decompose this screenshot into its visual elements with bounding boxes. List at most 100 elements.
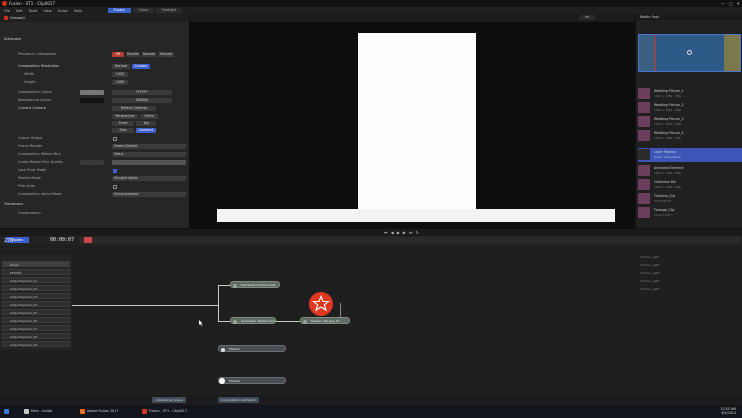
media-item-selected[interactable]: Layer Position Fusion Composition	[638, 148, 742, 162]
layer-item[interactable]: Stage	[2, 261, 70, 267]
bg-colour-swatch[interactable]	[80, 98, 104, 103]
camera1-button[interactable]: Camera1	[136, 128, 156, 133]
close-button[interactable]: ✕	[737, 1, 740, 6]
moblur-quality-field[interactable]	[80, 160, 104, 165]
media-item[interactable]: Collection Blk 1920 × 1080 · PNG	[638, 178, 742, 192]
playhead[interactable]	[84, 237, 92, 243]
taskbar-app-icon[interactable]	[24, 409, 29, 414]
frame-render-select[interactable]: Frame Default	[112, 144, 186, 149]
top-button[interactable]: Top	[136, 121, 156, 126]
media-item[interactable]: Wedding Picture_4 1920 × 1080 · PNG	[638, 129, 742, 143]
compression-select[interactable]: Uncompressed	[112, 192, 186, 197]
tab-fusion[interactable]: Fusion	[107, 8, 131, 13]
loop-icon[interactable]: ↻	[415, 231, 418, 235]
layer-item[interactable]: Video Element_07	[2, 325, 70, 331]
maximize-button[interactable]: ▢	[729, 1, 733, 6]
menu-file[interactable]: File	[4, 9, 10, 13]
system-clock[interactable]: 12:55 AM 9/5/2024	[720, 407, 736, 415]
manual-button[interactable]: Manual	[158, 52, 174, 57]
layer-item[interactable]: Video Element_05	[2, 309, 70, 315]
front-button[interactable]: Front	[112, 121, 134, 126]
height-label: Height	[24, 80, 36, 84]
anchor-item[interactable]: Anchor_List3	[640, 271, 740, 279]
comp-colour-field[interactable]: FFFFFF	[112, 90, 172, 95]
layer-item[interactable]: Video Element_06	[2, 317, 70, 323]
node-animation-text[interactable]: Animation Text02.mp4	[230, 317, 276, 324]
moblur-quality-slider[interactable]	[112, 160, 186, 165]
tab-fairlight[interactable]: Fairlight	[156, 8, 183, 13]
menu-tools[interactable]: Tools	[29, 9, 38, 13]
layer-item[interactable]: Video Element_04	[2, 301, 70, 307]
layer-item[interactable]: Video Element_02	[2, 285, 70, 291]
step-back-icon[interactable]: ◀	[391, 231, 394, 235]
inspector-header: Canvas1	[0, 14, 189, 22]
film-anim-checkbox[interactable]	[113, 185, 117, 189]
off-button[interactable]: Off	[112, 52, 124, 57]
width-input[interactable]: 1920	[112, 72, 128, 77]
pointer-mode-label: Pointer Mode	[18, 176, 41, 180]
resolution-custom-button[interactable]: Custom	[132, 64, 150, 69]
lock-pivot-checkbox[interactable]	[113, 169, 117, 173]
layer-item[interactable]: PEOPLE	[2, 269, 70, 275]
bottom-tab[interactable]: Composition Animation	[218, 397, 259, 403]
motion-blur-select[interactable]: Static	[112, 152, 186, 157]
taskbar-item[interactable]: Fusion - ST1 - Clip0017	[149, 408, 187, 414]
normal-button[interactable]: Normal	[142, 52, 156, 57]
node-canvas[interactable]	[0, 245, 742, 395]
menu-view[interactable]: View	[43, 9, 51, 13]
taskbar-item[interactable]: Adobe Fusion 2017	[87, 408, 118, 414]
anchor-item[interactable]: Anchor_List5	[640, 287, 740, 295]
taskbar-item[interactable]: Main - Inside	[31, 408, 52, 414]
node-media2[interactable]: Media2	[218, 377, 286, 384]
render-button[interactable]: Render	[126, 52, 140, 57]
render-star-icon[interactable]	[307, 290, 335, 318]
go-end-icon[interactable]: ⏭	[409, 231, 413, 235]
taskbar-app-icon[interactable]	[80, 409, 85, 414]
side-button[interactable]: Side	[112, 128, 134, 133]
node-element01[interactable]: Element01 01010.mp4	[230, 281, 280, 288]
media-item[interactable]: Wedding Picture_1 1920 × 1080 · PNG	[638, 87, 742, 101]
viewer-canvas[interactable]	[358, 33, 476, 209]
anchor-item[interactable]: Anchor_List4	[640, 279, 740, 287]
media-item[interactable]: Animated Element 1920 × 1080 · PNG	[638, 164, 742, 178]
resolution-normal-button[interactable]: Normal	[112, 64, 130, 69]
fit-button[interactable]: Fit	[579, 15, 595, 20]
node-merge[interactable]: Merger_Merge1_01	[300, 317, 350, 324]
anchor-item[interactable]: Anchor_List1	[640, 255, 740, 263]
layer-item[interactable]: Video Element_03	[2, 293, 70, 299]
bottom-tab-strip	[0, 395, 742, 401]
bottom-tab[interactable]: 1 Rendered_Scene	[152, 397, 186, 403]
preview-crosshair-icon	[687, 50, 692, 55]
transforms-section[interactable]: Transforms	[4, 202, 23, 207]
alpha-mode-select[interactable]: Straight Alpha	[112, 176, 186, 181]
play-icon[interactable]: ▶	[397, 231, 400, 235]
bg-colour-field[interactable]: 000000	[112, 98, 172, 103]
media-item[interactable]: Wedding Picture_2 1920 × 1080 · PNG	[638, 101, 742, 115]
go-start-icon[interactable]: ⏮	[384, 231, 388, 235]
media-item[interactable]: Wedding Picture_3 1920 × 1080 · PNG	[638, 115, 742, 129]
media-item[interactable]: Footage_Clip 00:00:10:00	[638, 206, 742, 220]
perspective-button[interactable]: Perspective	[112, 114, 138, 119]
colour-output-checkbox[interactable]	[113, 137, 117, 141]
anchor-item[interactable]: Anchor_List2	[640, 263, 740, 271]
menu-edit[interactable]: Edit	[16, 9, 23, 13]
node-media1[interactable]: Media1	[218, 345, 286, 352]
step-forward-icon[interactable]: ▶	[403, 231, 406, 235]
default-settings-button[interactable]: Default Settings	[112, 106, 156, 111]
ortho-button[interactable]: Ortho	[140, 114, 158, 119]
taskbar-app-icon[interactable]	[142, 409, 147, 414]
time-ruler[interactable]	[80, 237, 740, 243]
menu-help[interactable]: Help	[74, 9, 82, 13]
layer-item[interactable]: Video Element_09	[2, 341, 70, 347]
start-icon[interactable]	[4, 409, 9, 414]
media-item[interactable]: Timeline_Clip 00:00:05:00	[638, 192, 742, 206]
comp-colour-swatch[interactable]	[80, 90, 104, 95]
menu-script[interactable]: Script	[58, 9, 68, 13]
media-thumbnail	[638, 88, 650, 99]
minimize-button[interactable]: —	[721, 1, 725, 6]
layer-item[interactable]: Video Element_01	[2, 277, 70, 283]
layer-item[interactable]: Video Element_08	[2, 333, 70, 339]
height-input[interactable]: 1080	[112, 80, 128, 85]
media-preview[interactable]	[638, 34, 741, 72]
tab-color[interactable]: Color	[132, 8, 155, 13]
